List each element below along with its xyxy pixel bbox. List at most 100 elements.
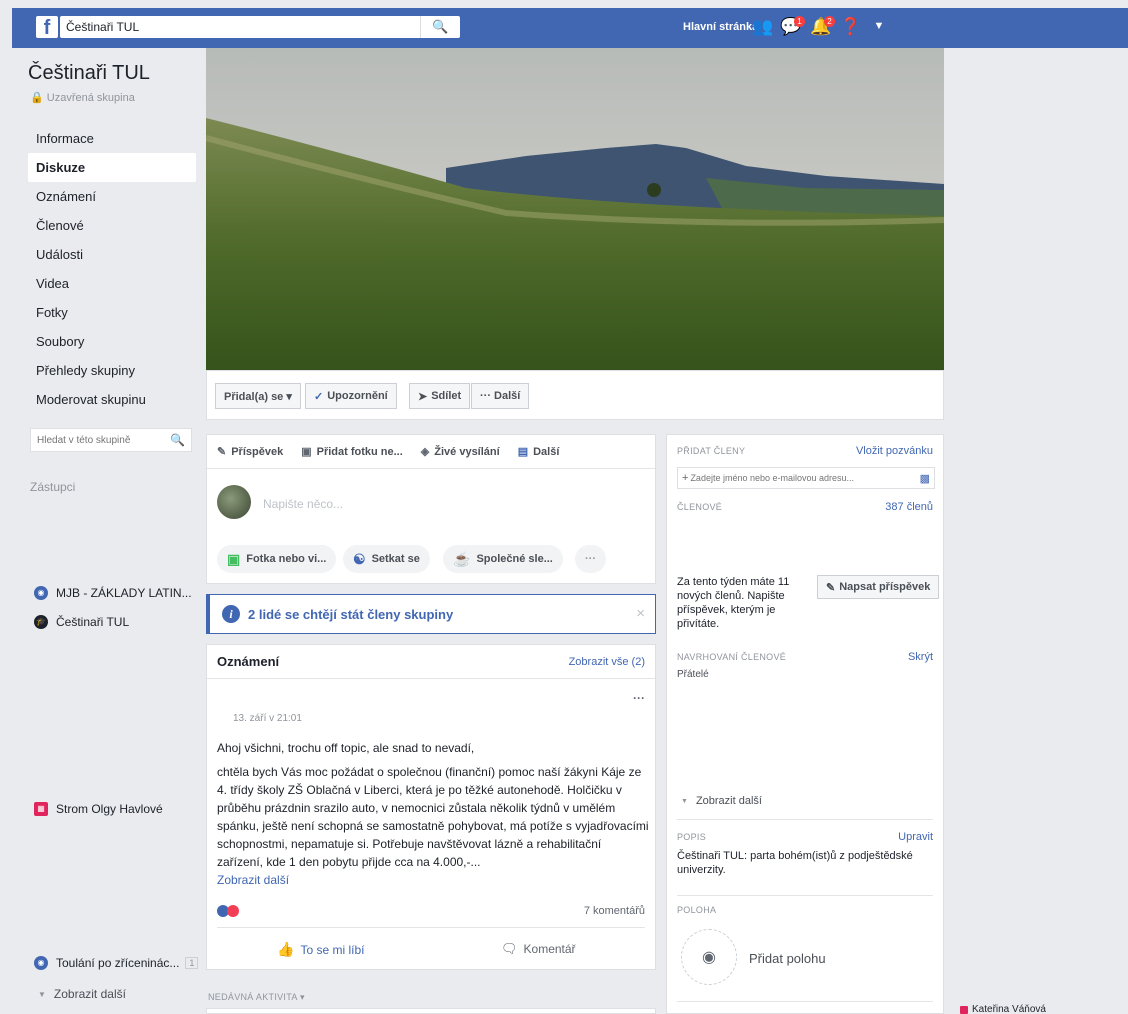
- group-nav: Informace Diskuze Oznámení Členové Událo…: [28, 124, 196, 414]
- comments-count[interactable]: 7 komentářů: [584, 905, 645, 917]
- search-icon[interactable]: 🔍: [170, 433, 185, 447]
- share-button[interactable]: ➤ Sdílet: [409, 383, 471, 409]
- edit-link[interactable]: Upravit: [898, 831, 933, 843]
- photo-video-pill-label: Fotka nebo vi...: [246, 553, 327, 565]
- description-row: POPIS Upravit: [677, 831, 933, 843]
- notifications-badge: 2: [824, 16, 835, 27]
- post-menu-icon[interactable]: ···: [633, 691, 645, 705]
- reactions[interactable]: [217, 905, 239, 917]
- shortcut-label: Strom Olgy Havlové: [56, 802, 163, 816]
- nav-item-udalosti[interactable]: Události: [28, 240, 196, 269]
- notifications-button[interactable]: ✓ Upozornění: [305, 383, 397, 409]
- search-icon[interactable]: 🔍: [420, 16, 460, 38]
- invite-link[interactable]: Vložit pozvánku: [856, 445, 933, 457]
- tab-add-photo-label: Přidat fotku ne...: [316, 445, 403, 458]
- photo-video-pill[interactable]: ▣ Fotka nebo vi...: [217, 545, 337, 573]
- shortcut-cestinari[interactable]: 🎓 Češtinaři TUL: [34, 615, 129, 629]
- hide-link[interactable]: Skrýt: [908, 651, 933, 663]
- graduation-cap-icon: 🎓: [34, 615, 48, 629]
- messages-badge: 1: [794, 16, 805, 27]
- like-button[interactable]: 👍 To se mi líbí: [277, 941, 364, 958]
- join-requests-notice[interactable]: i 2 lidé se chtějí stát členy skupiny ×: [206, 594, 656, 634]
- contacts-icon[interactable]: ▩: [920, 472, 930, 485]
- suggested-show-more-label: Zobrazit další: [695, 795, 762, 807]
- shortcut-toulani[interactable]: ◉ Toulání po zříceninác... 1: [34, 956, 199, 970]
- comment-button[interactable]: 🗨 Komentář: [501, 941, 576, 957]
- help-icon[interactable]: ❓: [840, 17, 862, 37]
- checkmark-icon: ✓: [314, 390, 324, 403]
- joined-dropdown-button[interactable]: Přidal(a) se ▾: [215, 383, 301, 409]
- shortcuts-title: Zástupci: [30, 480, 76, 494]
- close-icon[interactable]: ×: [636, 605, 645, 622]
- cover-photo[interactable]: [206, 48, 944, 370]
- video-camera-icon: ◈: [420, 446, 430, 458]
- composer-input[interactable]: Napište něco...: [263, 497, 343, 511]
- write-post-button[interactable]: ✎ Napsat příspěvek: [817, 575, 940, 599]
- divider: [677, 819, 933, 820]
- facebook-logo-icon[interactable]: f: [36, 16, 58, 39]
- group-search-input[interactable]: [37, 434, 171, 446]
- watch-party-pill[interactable]: ☕ Společné sle...: [443, 545, 563, 573]
- nav-item-videa[interactable]: Videa: [28, 269, 196, 298]
- members-count[interactable]: 387 členů: [885, 501, 933, 513]
- nav-item-prehledy[interactable]: Přehledy skupiny: [28, 356, 196, 385]
- tab-add-photo[interactable]: ▣ Přidat fotku ne...: [301, 445, 403, 459]
- tab-more-label: Další: [533, 445, 560, 458]
- caret-icon[interactable]: ▼: [868, 20, 890, 40]
- thumbs-up-icon: 👍: [277, 941, 295, 957]
- write-post-button-label: Napsat příspěvek: [839, 581, 931, 593]
- pencil-icon: ✎: [826, 581, 836, 594]
- comment-button-label: Komentář: [523, 942, 576, 956]
- location-pin-icon[interactable]: ◉: [681, 929, 737, 985]
- pencil-icon: ✎: [217, 446, 227, 458]
- shortcut-strom[interactable]: ▦ Strom Olgy Havlové: [34, 802, 163, 816]
- tab-live-video[interactable]: ◈ Živé vysílání: [420, 445, 500, 459]
- see-all-link[interactable]: Zobrazit vše (2): [569, 656, 645, 668]
- group-actions-bar: Přidal(a) se ▾ ✓ Upozornění ➤ Sdílet ··· D…: [206, 370, 944, 420]
- nav-item-diskuze[interactable]: Diskuze: [28, 153, 196, 182]
- share-icon: ➤: [418, 390, 428, 403]
- plus-icon: +: [682, 472, 689, 484]
- nav-item-fotky[interactable]: Fotky: [28, 298, 196, 327]
- recent-activity-title[interactable]: NEDÁVNÁ AKTIVITA ▾: [208, 992, 305, 1003]
- chat-contact[interactable]: Kateřina Váňová: [960, 1004, 1046, 1014]
- user-avatar[interactable]: [217, 485, 251, 519]
- see-more-link[interactable]: Zobrazit další: [217, 871, 649, 889]
- more-button[interactable]: ··· Další: [471, 383, 530, 409]
- add-member-input[interactable]: [690, 473, 920, 483]
- right-panel: PŘIDAT ČLENY Vložit pozvánku + ▩ ČLENOVÉ…: [666, 434, 944, 1014]
- suggested-members-row: NAVRHOVANÍ ČLENOVÉ Skrýt: [677, 651, 933, 663]
- home-link[interactable]: Hlavní stránka: [683, 21, 758, 33]
- shortcuts-show-more[interactable]: ▼ Zobrazit další: [34, 987, 126, 1001]
- like-button-label: To se mi líbí: [300, 942, 365, 957]
- chat-status-icon: [960, 1005, 968, 1014]
- nav-item-oznameni[interactable]: Oznámení: [28, 182, 196, 211]
- description-label: POPIS: [677, 832, 707, 842]
- announcements-card: Oznámení Zobrazit vše (2) ··· 13. září v…: [206, 644, 656, 970]
- tab-more[interactable]: ▤ Další: [518, 445, 560, 459]
- meetup-icon: ☯: [353, 550, 366, 567]
- group-title[interactable]: Češtinaři TUL: [28, 62, 196, 85]
- friends-icon[interactable]: 👥: [752, 17, 774, 37]
- nav-item-moderovat[interactable]: Moderovat skupinu: [28, 385, 196, 414]
- suggested-show-more[interactable]: ▼ Zobrazit další: [681, 795, 762, 807]
- notifications-button-label: Upozornění: [327, 390, 388, 402]
- search-input[interactable]: [60, 17, 420, 37]
- tab-post[interactable]: ✎ Příspěvek: [217, 445, 284, 459]
- add-location-link[interactable]: Přidat polohu: [749, 951, 826, 966]
- watch-party-pill-label: Společné sle...: [476, 553, 553, 565]
- shortcut-mjb[interactable]: ◉ MJB - ZÁKLADY LATIN...: [34, 586, 192, 600]
- nav-item-clenove[interactable]: Členové: [28, 211, 196, 240]
- nav-item-soubory[interactable]: Soubory: [28, 327, 196, 356]
- more-options-pill[interactable]: ···: [575, 545, 606, 573]
- global-search: 🔍: [60, 16, 460, 38]
- left-sidebar: Češtinaři TUL 🔒 Uzavřená skupina Informa…: [28, 62, 196, 494]
- tab-live-video-label: Živé vysílání: [434, 445, 500, 458]
- post-timestamp[interactable]: 13. září v 21:01: [233, 713, 302, 724]
- meetup-pill[interactable]: ☯ Setkat se: [343, 545, 430, 573]
- tab-post-label: Příspěvek: [231, 445, 284, 458]
- join-requests-text[interactable]: 2 lidé se chtějí stát členy skupiny: [248, 607, 453, 622]
- show-more-label: Zobrazit další: [53, 987, 126, 1001]
- love-reaction-icon: [227, 905, 239, 917]
- nav-item-informace[interactable]: Informace: [28, 124, 196, 153]
